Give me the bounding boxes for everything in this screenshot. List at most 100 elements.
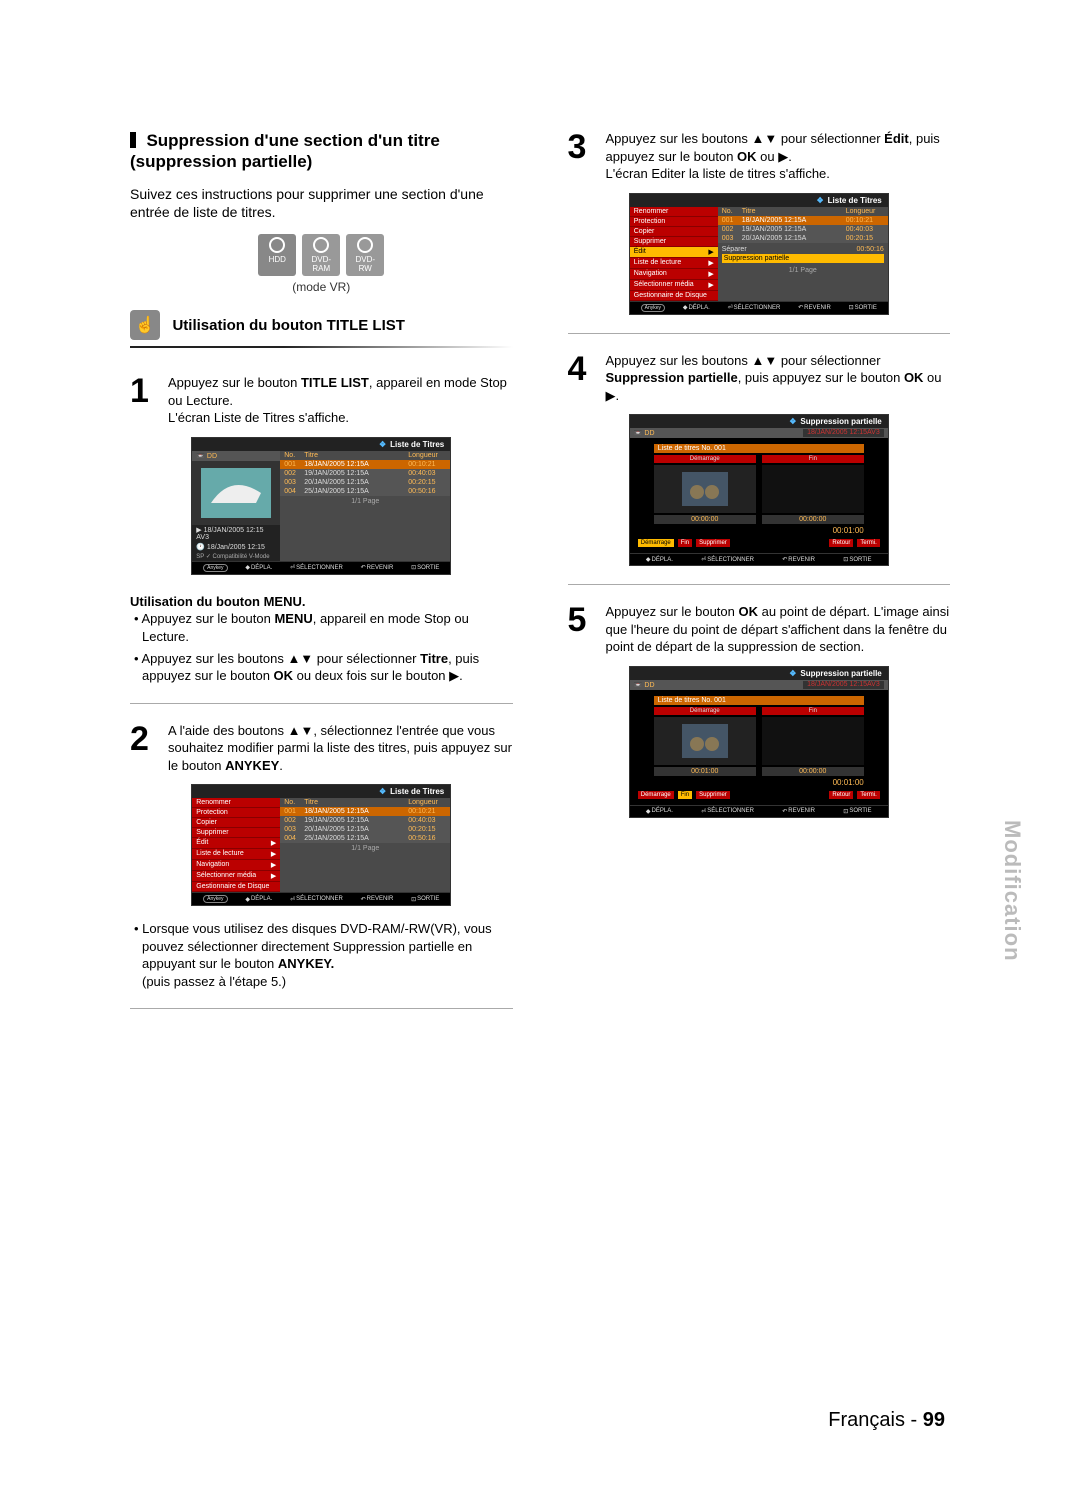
ui-footer: Anykey ◆DÉPLA. ⏎SÉLECTIONNER ↶REVENIR ⊡S…: [630, 301, 888, 314]
anykey-icon: Anykey: [641, 304, 665, 312]
ui-header: ❖Liste de Titres: [630, 194, 888, 207]
pd-btn: Retour: [829, 539, 853, 547]
ui-table-row: 00219/JAN/2005 12:15A00:40:03: [280, 816, 450, 825]
ui-table-row: 00320/JAN/2005 12:15A00:20:15: [280, 825, 450, 834]
ui-context-menu: Renommer Protection Copier Supprimer Édi…: [192, 798, 280, 892]
ui-context-menu: Renommer Protection Copier Supprimer Édi…: [630, 207, 718, 301]
ui-table-row: 00425/JAN/2005 12:15A00:50:16: [280, 487, 450, 496]
updown-arrow-icon: [287, 651, 313, 666]
ui-table-row: 00320/JAN/2005 12:15A00:20:15: [718, 234, 888, 243]
menu-usage-title: Utilisation du bouton MENU.: [130, 593, 513, 611]
updown-arrow-icon: [751, 353, 777, 368]
ui-table-row: 00118/JAN/2005 12:15A00:10:21: [280, 807, 450, 816]
ui-header: ❖Suppression partielle: [630, 667, 888, 680]
menu-item: Navigation▶: [630, 269, 718, 280]
media-icons: HDD DVD-RAM DVD-RW: [130, 234, 513, 276]
ui-partial-delete-2: ❖Suppression partielle 📼 DD 18/JAN/2005 …: [629, 666, 889, 818]
updown-arrow-icon: [751, 131, 777, 146]
ui-preview-thumb: [192, 461, 280, 525]
divider: [130, 1008, 513, 1009]
pd-btn: Retour: [829, 791, 853, 799]
ui-title-list-2: ❖Liste de Titres Renommer Protection Cop…: [191, 784, 451, 906]
menu-item: Gestionnaire de Disque: [192, 882, 280, 892]
step-1: 1 Appuyez sur le bouton TITLE LIST, appa…: [130, 374, 513, 427]
menu-item: Liste de lecture▶: [630, 258, 718, 269]
pd-btn: Termi.: [857, 539, 879, 547]
diamond-icon: ❖: [789, 669, 796, 678]
exit-hint: ⊡SORTIE: [843, 556, 871, 563]
return-hint: ↶REVENIR: [361, 564, 394, 571]
pd-thumbs: [654, 465, 864, 513]
step-number: 5: [568, 603, 596, 656]
step-number: 2: [130, 722, 158, 775]
ui-footer: ◆DÉPLA. ⏎SÉLECTIONNER ↶REVENIR ⊡SORTIE: [630, 805, 888, 817]
pd-thumb-start: [654, 717, 756, 765]
ui-partial-delete-1: ❖Suppression partielle 📼 DD 18/JAN/2005 …: [629, 414, 889, 566]
dvd-ram-icon: DVD-RAM: [302, 234, 340, 276]
ui-page-indicator: 1/1 Page: [718, 265, 888, 276]
menu-item: Édit▶: [192, 838, 280, 849]
otters-icon: [682, 472, 728, 506]
fade-rule: [130, 346, 513, 348]
step-number: 1: [130, 374, 158, 427]
pd-thumb-end: [762, 465, 864, 513]
exit-hint: ⊡SORTIE: [849, 304, 877, 311]
page-footer: Français - 99: [828, 1409, 945, 1432]
step-body: Appuyez sur les boutons pour sélectionne…: [606, 352, 951, 405]
ui-table-header: No.TitreLongueur: [718, 207, 888, 216]
submenu-item-selected: Suppression partielle: [722, 254, 884, 263]
step-4: 4 Appuyez sur les boutons pour sélection…: [568, 352, 951, 405]
menu-item: Sélectionner média▶: [630, 280, 718, 291]
select-hint: ⏎SÉLECTIONNER: [290, 564, 343, 571]
select-hint: ⏎SÉLECTIONNER: [701, 808, 754, 815]
return-hint: ↶REVENIR: [782, 556, 815, 563]
diamond-icon: ❖: [379, 440, 386, 449]
step-body: Appuyez sur le bouton OK au point de dép…: [606, 603, 951, 656]
note-anykey: Lorsque vous utilisez des disques DVD-RA…: [130, 920, 513, 990]
menu-item: Protection: [630, 217, 718, 227]
ui-subheader: 📼 DD 18/JAN/2005 12:15AV3: [630, 680, 888, 690]
pd-times: 00:01:0000:00:00: [654, 767, 864, 776]
ui-footer: ◆DÉPLA. ⏎SÉLECTIONNER ↶REVENIR ⊡SORTIE: [630, 553, 888, 565]
ui-info-1: ▶ 18/JAN/2005 12:15 AV3: [192, 525, 280, 542]
menu-bullet-2: Appuyez sur les boutons pour sélectionne…: [130, 650, 513, 685]
ui-table-row: 00219/JAN/2005 12:15A00:40:03: [280, 469, 450, 478]
ui-page-indicator: 1/1 Page: [280, 843, 450, 854]
select-hint: ⏎SÉLECTIONNER: [728, 304, 781, 311]
menu-item: Renommer: [192, 798, 280, 808]
step-3: 3 Appuyez sur les boutons pour sélection…: [568, 130, 951, 183]
pd-btn: Termi.: [857, 791, 879, 799]
ui-header: ❖Suppression partielle: [630, 415, 888, 428]
pd-btn: Supprimer: [696, 791, 730, 799]
move-hint: ◆DÉPLA.: [245, 896, 272, 903]
step-number: 4: [568, 352, 596, 405]
return-hint: ↶REVENIR: [361, 896, 394, 903]
page-columns: Suppression d'une section d'un titre (su…: [130, 130, 950, 1027]
ui-submenu: Séparer00:50:16 Suppression partielle: [718, 243, 888, 265]
pd-btn: Démarrage: [638, 539, 674, 547]
left-column: Suppression d'une section d'un titre (su…: [130, 130, 513, 1027]
pd-labels: DémarrageFin: [654, 707, 864, 715]
rec-badge: 18/JAN/2005 12:15AV3: [803, 681, 884, 689]
side-tab: Modification: [999, 820, 1025, 962]
ui-info-2: 🕐 18/Jan/2005 12:15: [192, 542, 280, 552]
select-hint: ⏎SÉLECTIONNER: [290, 896, 343, 903]
ui-header: ❖Liste de Titres: [192, 785, 450, 798]
hand-icon: ☝: [130, 310, 160, 340]
pd-btn: Démarrage: [638, 791, 674, 799]
ui-table-row: 00118/JAN/2005 12:15A00:10:21: [718, 216, 888, 225]
ui-table-header: No.TitreLongueur: [280, 451, 450, 460]
move-hint: ◆DÉPLA.: [245, 564, 272, 571]
exit-hint: ⊡SORTIE: [411, 564, 439, 571]
divider: [568, 584, 951, 585]
right-arrow-icon: [449, 668, 459, 683]
pd-thumb-start: [654, 465, 756, 513]
menu-item: Copier: [192, 818, 280, 828]
pd-list-title: Liste de titres No. 001: [654, 444, 864, 453]
step-number: 3: [568, 130, 596, 183]
menu-item: Navigation▶: [192, 860, 280, 871]
pd-current-time: 00:01:00: [634, 524, 884, 537]
ui-header: ❖Liste de Titres: [192, 438, 450, 451]
step-body: Appuyez sur les boutons pour sélectionne…: [606, 130, 951, 183]
menu-item: Liste de lecture▶: [192, 849, 280, 860]
